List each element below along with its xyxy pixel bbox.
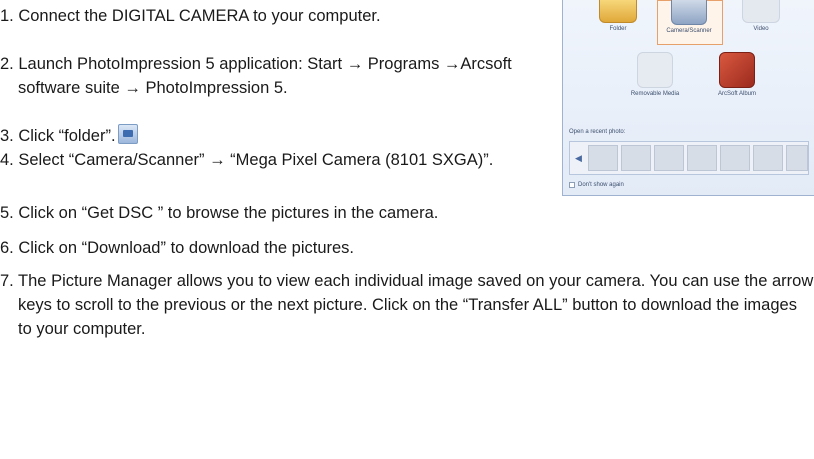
step-2: 2. Launch PhotoImpression 5 application:… [0, 55, 512, 97]
folder-tile[interactable]: Folder [589, 0, 647, 33]
recent-photo-label: Open a recent photo: [569, 129, 626, 135]
step-7: 7. The Picture Manager allows you to vie… [0, 272, 814, 338]
dont-show-again-label: Don't show again [578, 182, 624, 188]
recent-photo-slot[interactable] [786, 145, 808, 171]
removable-media-tile-label: Removable Media [630, 91, 680, 97]
recent-photo-strip: ◀ [569, 141, 809, 175]
recent-photo-slot[interactable] [588, 145, 618, 171]
step-6: 6. Click on “Download” to download the p… [0, 239, 355, 257]
recent-photo-slot[interactable] [687, 145, 717, 171]
recent-photo-slot[interactable] [753, 145, 783, 171]
dont-show-again-row[interactable]: Don't show again [569, 182, 624, 188]
folder-app-icon [117, 124, 138, 144]
video-icon [742, 0, 780, 23]
dont-show-again-checkbox[interactable] [569, 182, 575, 188]
removable-media-icon [637, 52, 673, 88]
recent-photo-slot[interactable] [654, 145, 684, 171]
arcsoft-album-tile[interactable]: ArcSoft Album [705, 52, 769, 98]
step-5: 5. Click on “Get DSC ” to browse the pic… [0, 204, 439, 222]
arcsoft-album-icon [719, 52, 755, 88]
recent-photo-slot[interactable] [720, 145, 750, 171]
folder-tile-label: Folder [609, 26, 627, 32]
camera-scanner-tile[interactable]: Camera/Scanner [659, 0, 719, 35]
recent-photo-slot[interactable] [621, 145, 651, 171]
import-dialog: Folder Camera/Scanner Video Removable Me… [562, 0, 814, 196]
removable-media-tile[interactable]: Removable Media [623, 52, 687, 98]
step-1: 1. Connect the DIGITAL CAMERA to your co… [0, 7, 381, 25]
video-tile[interactable]: Video [731, 0, 791, 33]
step-3-text: 3. Click “folder”. [0, 127, 116, 145]
video-tile-label: Video [753, 26, 769, 32]
camera-scanner-tile-label: Camera/Scanner [666, 28, 712, 34]
camera-scanner-icon [671, 0, 707, 25]
folder-icon [599, 0, 637, 23]
arcsoft-album-tile-label: ArcSoft Album [717, 91, 756, 97]
step-4: 4. Select “Camera/Scanner” → “Mega Pixel… [0, 151, 494, 169]
step-3: 3. Click “folder”. [0, 124, 550, 148]
scroll-left-arrow-icon[interactable]: ◀ [575, 153, 582, 164]
